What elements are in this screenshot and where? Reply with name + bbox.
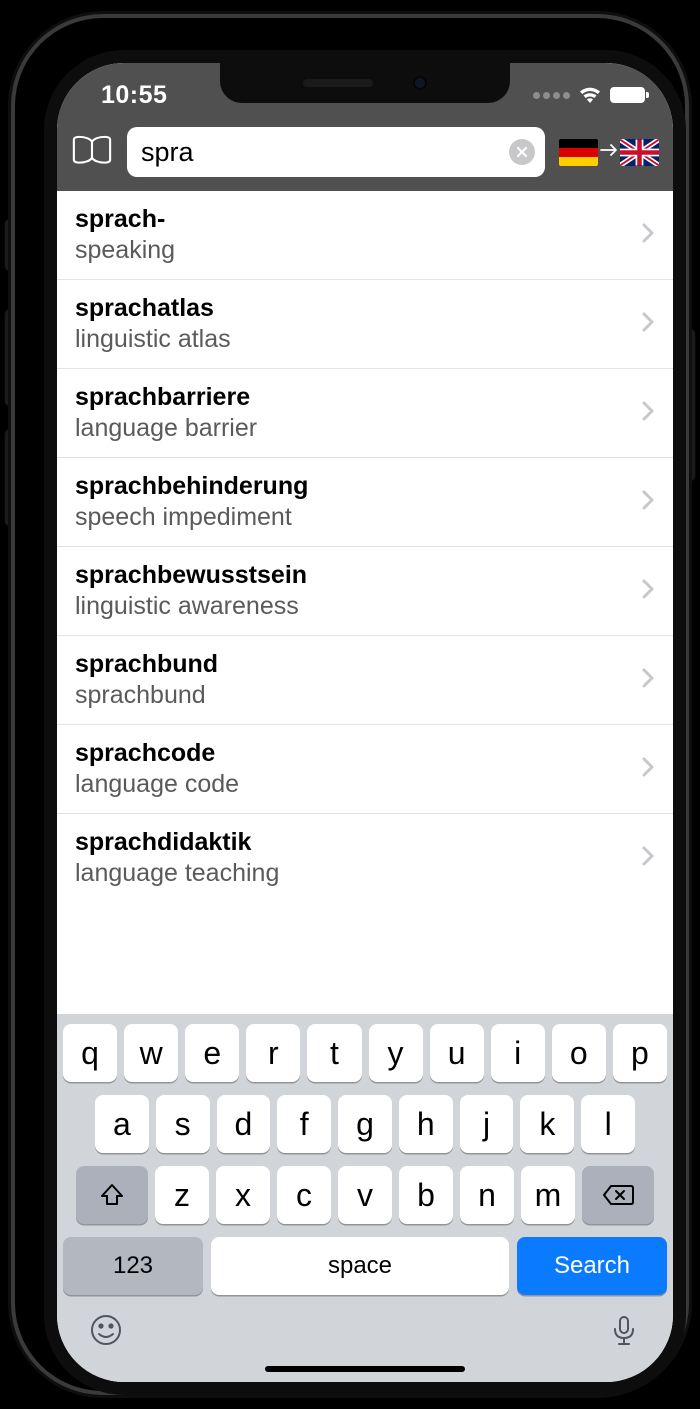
phone-mute-switch [6, 220, 14, 270]
key-j[interactable]: j [460, 1095, 514, 1153]
result-translation: sprachbund [75, 681, 218, 710]
key-a[interactable]: a [95, 1095, 149, 1153]
flag-german-icon [559, 139, 598, 166]
key-m[interactable]: m [521, 1166, 575, 1224]
toolbar: spra [57, 121, 673, 191]
key-y[interactable]: y [369, 1024, 423, 1082]
chevron-right-icon [641, 400, 655, 427]
clear-search-button[interactable] [509, 139, 535, 165]
result-translation: speaking [75, 236, 175, 265]
shift-key[interactable] [76, 1166, 148, 1224]
status-time: 10:55 [81, 81, 167, 110]
result-row[interactable]: sprachbewusstseinlinguistic awareness [57, 547, 673, 636]
result-row[interactable]: sprachbarrierelanguage barrier [57, 369, 673, 458]
keyboard: qwertyuiop asdfghjkl zxcvbnm [57, 1014, 673, 1382]
key-s[interactable]: s [156, 1095, 210, 1153]
dictation-key[interactable] [607, 1313, 641, 1352]
chevron-right-icon [641, 489, 655, 516]
key-x[interactable]: x [216, 1166, 270, 1224]
key-g[interactable]: g [338, 1095, 392, 1153]
results-list[interactable]: sprach-speakingsprachatlaslinguistic atl… [57, 191, 673, 1014]
home-indicator[interactable] [265, 1366, 465, 1372]
key-l[interactable]: l [581, 1095, 635, 1153]
key-o[interactable]: o [552, 1024, 606, 1082]
result-term: sprach- [75, 205, 175, 234]
key-u[interactable]: u [430, 1024, 484, 1082]
result-row[interactable]: sprachatlaslinguistic atlas [57, 280, 673, 369]
search-key[interactable]: Search [517, 1237, 667, 1295]
wifi-icon [578, 86, 602, 104]
key-e[interactable]: e [185, 1024, 239, 1082]
key-k[interactable]: k [520, 1095, 574, 1153]
result-row[interactable]: sprachbehinderungspeech impediment [57, 458, 673, 547]
result-translation: linguistic atlas [75, 325, 231, 354]
search-value: spra [141, 137, 509, 168]
key-w[interactable]: w [124, 1024, 178, 1082]
result-translation: linguistic awareness [75, 592, 307, 621]
dictionary-icon[interactable] [71, 134, 113, 170]
arrow-right-icon [600, 143, 618, 162]
chevron-right-icon [641, 578, 655, 605]
backspace-key[interactable] [582, 1166, 654, 1224]
result-row[interactable]: sprachbundsprachbund [57, 636, 673, 725]
emoji-key[interactable] [89, 1313, 123, 1352]
phone-volume-up [6, 310, 14, 405]
phone-frame: 10:55 [15, 18, 685, 1391]
phone-side-button [686, 330, 694, 480]
phone-notch [220, 63, 510, 103]
result-row[interactable]: sprachcodelanguage code [57, 725, 673, 814]
result-row[interactable]: sprachdidaktiklanguage teaching [57, 814, 673, 902]
phone-volume-down [6, 430, 14, 525]
key-b[interactable]: b [399, 1166, 453, 1224]
key-v[interactable]: v [338, 1166, 392, 1224]
result-term: sprachcode [75, 739, 239, 768]
key-d[interactable]: d [217, 1095, 271, 1153]
chevron-right-icon [641, 667, 655, 694]
key-r[interactable]: r [246, 1024, 300, 1082]
result-term: sprachbewusstsein [75, 561, 307, 590]
cellular-signal-icon [533, 92, 570, 99]
chevron-right-icon [641, 845, 655, 872]
numbers-key[interactable]: 123 [63, 1237, 203, 1295]
chevron-right-icon [641, 756, 655, 783]
language-direction-toggle[interactable] [559, 139, 659, 166]
result-term: sprachdidaktik [75, 828, 279, 857]
battery-icon [610, 87, 645, 103]
chevron-right-icon [641, 222, 655, 249]
result-row[interactable]: sprach-speaking [57, 191, 673, 280]
key-i[interactable]: i [491, 1024, 545, 1082]
key-z[interactable]: z [155, 1166, 209, 1224]
result-translation: speech impediment [75, 503, 308, 532]
space-key[interactable]: space [211, 1237, 509, 1295]
flag-uk-icon [620, 139, 659, 166]
key-p[interactable]: p [613, 1024, 667, 1082]
key-t[interactable]: t [307, 1024, 361, 1082]
search-input[interactable]: spra [127, 127, 545, 177]
result-term: sprachbund [75, 650, 218, 679]
chevron-right-icon [641, 311, 655, 338]
result-term: sprachbehinderung [75, 472, 308, 501]
result-term: sprachbarriere [75, 383, 257, 412]
key-f[interactable]: f [277, 1095, 331, 1153]
result-term: sprachatlas [75, 294, 231, 323]
key-h[interactable]: h [399, 1095, 453, 1153]
key-q[interactable]: q [63, 1024, 117, 1082]
result-translation: language barrier [75, 414, 257, 443]
result-translation: language code [75, 770, 239, 799]
result-translation: language teaching [75, 859, 279, 888]
key-c[interactable]: c [277, 1166, 331, 1224]
key-n[interactable]: n [460, 1166, 514, 1224]
